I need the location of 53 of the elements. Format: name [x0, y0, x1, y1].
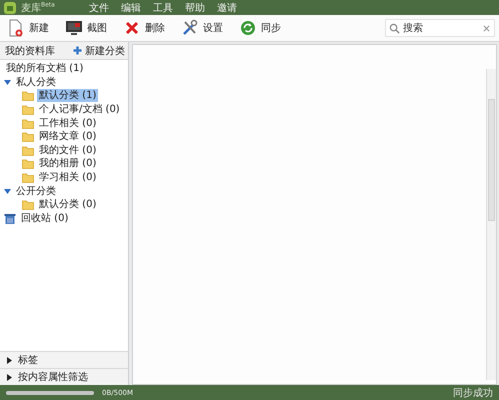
search-field[interactable]: 搜索 [385, 19, 495, 37]
toolbar-button[interactable]: 截图 [62, 18, 110, 38]
status-message: 同步成功 [453, 386, 493, 400]
collapsible-panel[interactable]: 标签 [0, 351, 128, 368]
monitor-icon [65, 19, 83, 37]
library-title: 我的资料库 [5, 44, 55, 58]
toolbar-button[interactable]: 删除 [120, 18, 168, 38]
toolbar-button[interactable]: 设置 [178, 18, 226, 38]
plus-icon [73, 46, 82, 55]
folder-icon [22, 90, 34, 102]
category-item[interactable]: 工作相关 (0) [37, 116, 98, 130]
app-title: 麦库$^{Beta}$ [21, 0, 56, 14]
expanded-arrow-icon[interactable] [4, 188, 11, 195]
menu-item[interactable]: 文件 [89, 0, 109, 14]
category-item[interactable]: 网络文章 (0) [37, 130, 98, 144]
folder-icon [22, 118, 34, 129]
category-item[interactable]: 默认分类 (1) [37, 89, 98, 102]
cross-icon [123, 19, 141, 37]
menu-item[interactable]: 工具 [153, 0, 173, 14]
toolbar-button[interactable]: 新建 [4, 18, 52, 38]
folder-icon [22, 172, 34, 184]
toolbar-button[interactable]: 同步 [236, 18, 284, 38]
document-icon [7, 19, 25, 37]
menu-item[interactable]: 编辑 [121, 0, 141, 14]
category-item[interactable]: 我的文件 (0) [37, 144, 98, 157]
tree-item[interactable]: 公开分类 [14, 184, 58, 198]
trash-icon [4, 212, 16, 224]
panel-title: 按内容属性筛选 [18, 370, 88, 384]
folder-icon [22, 199, 34, 210]
folder-icon [22, 158, 34, 170]
tree-item[interactable]: 我的所有文档 (1) [4, 62, 86, 76]
category-item[interactable]: 学习相关 (0) [37, 171, 98, 184]
tree-item[interactable]: 私人分类 [14, 76, 58, 89]
folder-icon [22, 104, 34, 116]
tools-icon [181, 19, 199, 37]
app-logo-icon [3, 0, 17, 14]
sync-icon [239, 19, 257, 37]
folder-icon [22, 131, 34, 142]
menu-item[interactable]: 邀请 [217, 0, 237, 14]
tree-item[interactable]: 回收站 (0) [19, 212, 70, 225]
clear-icon[interactable] [483, 25, 490, 32]
collapsed-arrow-icon[interactable] [6, 374, 13, 380]
new-category-button[interactable]: 新建分类 [73, 44, 125, 58]
category-item[interactable]: 我的相册 (0) [37, 157, 98, 170]
scrollbar[interactable] [486, 69, 496, 380]
panel-title: 标签 [18, 354, 38, 367]
expanded-arrow-icon[interactable] [4, 78, 11, 86]
folder-icon [22, 144, 34, 156]
menu-item[interactable]: 帮助 [185, 0, 205, 14]
category-item[interactable]: 默认分类 (0) [37, 198, 98, 212]
collapsible-panel[interactable]: 按内容属性筛选 [0, 368, 128, 385]
category-item[interactable]: 个人记事/文档 (0) [37, 103, 122, 116]
collapsed-arrow-icon[interactable] [6, 356, 13, 364]
